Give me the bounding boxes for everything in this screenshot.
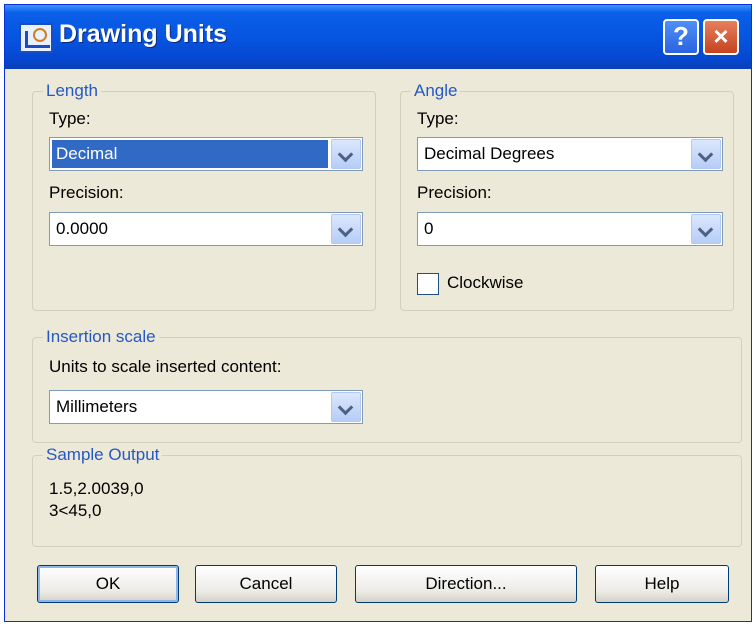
drawing-units-app-icon <box>19 23 53 53</box>
cancel-button[interactable]: Cancel <box>195 565 337 603</box>
clockwise-label[interactable]: Clockwise <box>447 273 524 293</box>
dialog-title: Drawing Units <box>59 20 228 48</box>
length-precision-select[interactable]: 0.0000 <box>49 212 363 246</box>
chevron-down-icon[interactable] <box>691 214 721 244</box>
chevron-down-icon[interactable] <box>331 392 361 422</box>
close-icon[interactable]: × <box>703 19 739 55</box>
length-type-label: Type: <box>49 109 91 128</box>
length-precision-label: Precision: <box>49 183 124 202</box>
sample-output-legend: Sample Output <box>46 445 160 464</box>
help-title-button[interactable]: ? <box>663 19 699 55</box>
length-precision-value: 0.0000 <box>56 219 108 238</box>
insertion-units-select[interactable]: Millimeters <box>49 390 363 424</box>
ok-button[interactable]: OK <box>37 565 179 603</box>
clockwise-checkbox[interactable] <box>417 273 439 295</box>
sample-output-line-2: 3<45,0 <box>49 501 102 520</box>
insertion-scale-group: Insertion scale <box>32 327 742 443</box>
angle-type-select[interactable]: Decimal Degrees <box>417 137 723 171</box>
angle-precision-value: 0 <box>424 219 434 238</box>
angle-precision-label: Precision: <box>417 183 492 202</box>
length-legend: Length <box>46 81 98 100</box>
title-bar[interactable]: Drawing Units ? × <box>5 5 751 69</box>
chevron-down-icon[interactable] <box>331 214 361 244</box>
insertion-scale-legend: Insertion scale <box>46 327 156 346</box>
length-type-value: Decimal <box>52 140 328 168</box>
direction-button[interactable]: Direction... <box>355 565 577 603</box>
angle-legend: Angle <box>414 81 458 100</box>
chevron-down-icon[interactable] <box>691 139 721 169</box>
sample-output-line-1: 1.5,2.0039,0 <box>49 479 144 498</box>
angle-precision-select[interactable]: 0 <box>417 212 723 246</box>
angle-type-label: Type: <box>417 109 459 128</box>
insertion-units-label: Units to scale inserted content: <box>49 357 282 376</box>
help-button[interactable]: Help <box>595 565 729 603</box>
angle-type-value: Decimal Degrees <box>424 144 555 163</box>
drawing-units-dialog: Drawing Units ? × Length Type: Decimal P… <box>4 4 752 622</box>
length-type-select[interactable]: Decimal <box>49 137 363 171</box>
insertion-units-value: Millimeters <box>56 397 138 416</box>
chevron-down-icon[interactable] <box>331 139 361 169</box>
